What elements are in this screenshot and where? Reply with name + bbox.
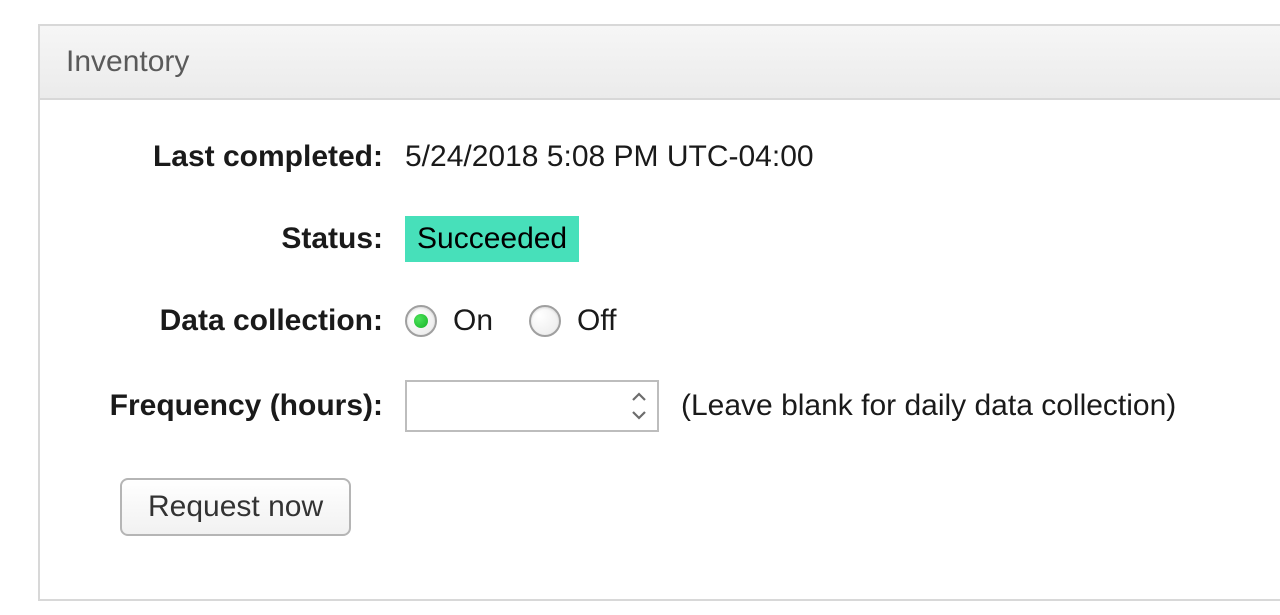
label-last-completed: Last completed: (80, 140, 405, 174)
status-badge: Succeeded (405, 216, 579, 262)
value-frequency-wrap: (Leave blank for daily data collection) (405, 380, 1176, 432)
chevron-down-icon[interactable] (632, 406, 646, 424)
request-now-button[interactable]: Request now (120, 478, 351, 536)
frequency-spinner (405, 380, 659, 432)
chevron-up-icon[interactable] (632, 388, 646, 406)
action-row: Request now (80, 478, 1240, 536)
radio-on-icon (405, 305, 437, 337)
panel-body: Last completed: 5/24/2018 5:08 PM UTC-04… (40, 100, 1280, 566)
label-status: Status: (80, 222, 405, 256)
radio-option-on[interactable]: On (405, 304, 493, 338)
spinner-buttons (625, 382, 653, 430)
radio-on-label: On (453, 304, 493, 338)
panel-title: Inventory (66, 45, 189, 79)
value-status-wrap: Succeeded (405, 216, 579, 262)
data-collection-radio-group: On Off (405, 304, 653, 338)
value-last-completed: 5/24/2018 5:08 PM UTC-04:00 (405, 140, 814, 174)
radio-off-icon (529, 305, 561, 337)
frequency-hint: (Leave blank for daily data collection) (681, 389, 1176, 423)
frequency-input[interactable] (405, 380, 659, 432)
radio-option-off[interactable]: Off (529, 304, 616, 338)
radio-off-label: Off (577, 304, 616, 338)
label-data-collection: Data collection: (80, 304, 405, 338)
row-data-collection: Data collection: On Off (80, 304, 1240, 338)
row-status: Status: Succeeded (80, 216, 1240, 262)
panel-header: Inventory (40, 26, 1280, 100)
inventory-panel: Inventory Last completed: 5/24/2018 5:08… (38, 24, 1280, 601)
label-frequency: Frequency (hours): (80, 389, 405, 423)
row-last-completed: Last completed: 5/24/2018 5:08 PM UTC-04… (80, 140, 1240, 174)
row-frequency: Frequency (hours): (Leave blank for dail… (80, 380, 1240, 432)
